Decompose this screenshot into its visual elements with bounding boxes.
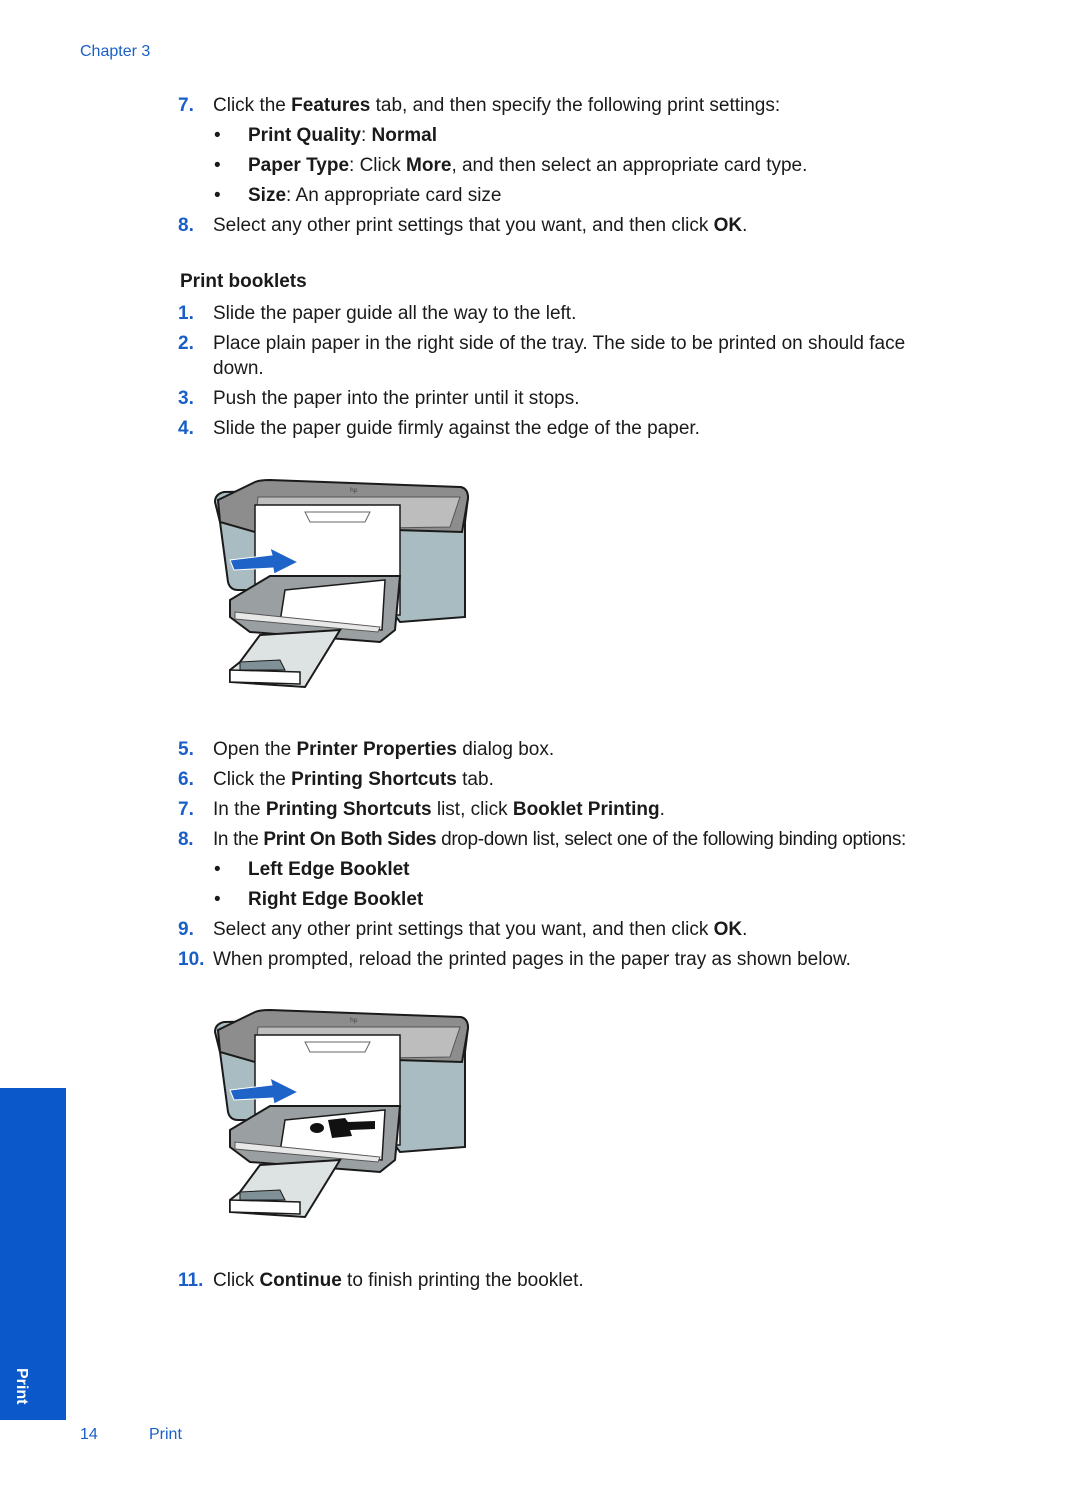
hp-logo: hp xyxy=(350,1017,358,1024)
printer-illustration-printed-pages: hp xyxy=(213,1008,470,1219)
bullet-icon: • xyxy=(214,889,221,910)
output-tray xyxy=(229,628,342,689)
section-heading: Print booklets xyxy=(180,271,307,292)
step-number: 11. xyxy=(178,1270,204,1291)
side-tab-label: Print xyxy=(13,1368,30,1405)
step-number: 5. xyxy=(178,739,194,760)
output-tray xyxy=(229,1158,342,1219)
step-number: 2. xyxy=(178,333,194,354)
step-number: 8. xyxy=(178,215,194,236)
step-text: Click the Features tab, and then specify… xyxy=(213,95,781,116)
bullet-icon: • xyxy=(214,185,221,206)
chapter-label: Chapter 3 xyxy=(80,43,151,60)
bullet-icon: • xyxy=(214,125,221,146)
footer-section: Print xyxy=(149,1426,182,1443)
step-number: 9. xyxy=(178,919,194,940)
printer-illustration-plain-paper: hp xyxy=(213,478,470,689)
step-number: 3. xyxy=(178,388,194,409)
bullet-icon: • xyxy=(214,155,221,176)
step-number: 6. xyxy=(178,769,194,790)
step-number: 10. xyxy=(178,949,205,970)
page-number: 14 xyxy=(80,1426,98,1443)
step-number: 7. xyxy=(178,95,194,116)
step-number: 7. xyxy=(178,799,194,820)
step-number: 4. xyxy=(178,418,194,439)
step-number: 1. xyxy=(178,303,194,324)
chapter-side-tab[interactable] xyxy=(0,1088,66,1420)
hp-logo: hp xyxy=(350,487,358,494)
step-number: 8. xyxy=(178,829,194,850)
bullet-icon: • xyxy=(214,859,221,880)
